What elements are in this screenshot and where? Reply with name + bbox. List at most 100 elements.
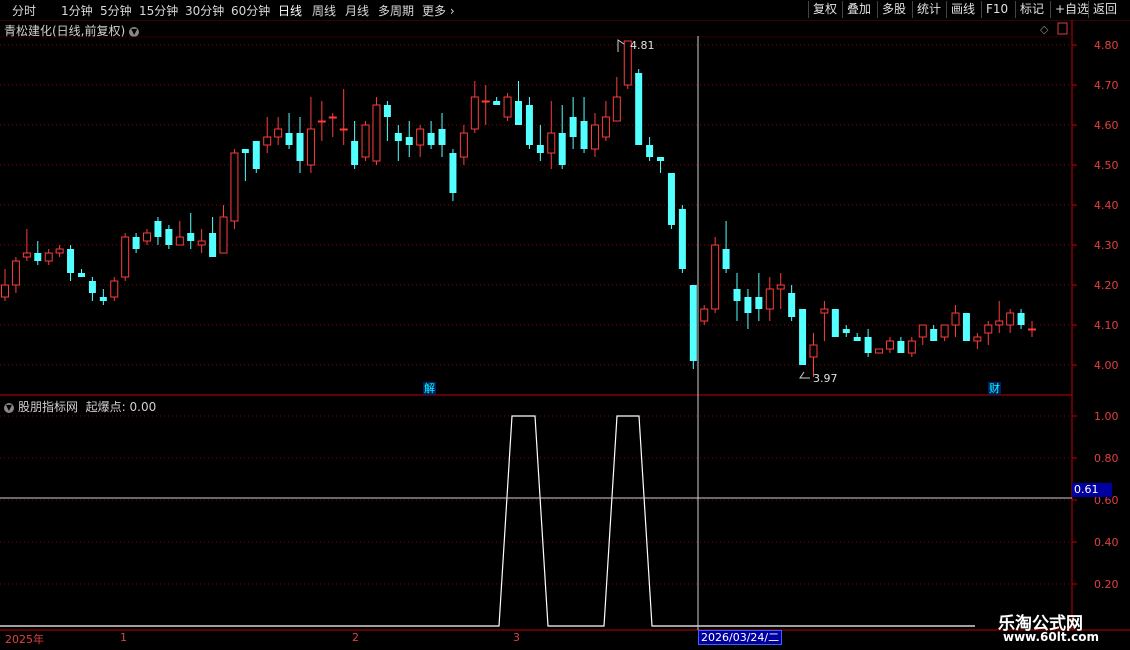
x-label-month-2: 2 <box>352 631 359 644</box>
chevron-down-icon[interactable]: ▼ <box>4 402 14 413</box>
candle <box>317 101 326 141</box>
candle <box>175 221 184 246</box>
event-marker-a[interactable]: 解 <box>423 382 436 395</box>
candle <box>809 333 818 377</box>
candle-body <box>339 128 348 131</box>
candle-body <box>765 288 774 310</box>
candle-body <box>493 101 501 105</box>
candle-body <box>897 341 905 353</box>
price-tick-label: 4.30 <box>1094 239 1119 252</box>
price-tick-label: 4.20 <box>1094 279 1119 292</box>
candle-body <box>306 128 315 166</box>
candle-body <box>427 133 435 145</box>
candle-body <box>241 149 249 153</box>
candle-body <box>481 100 490 103</box>
candle <box>536 125 544 161</box>
candle-body <box>657 157 665 161</box>
price-tick-label: 4.70 <box>1094 79 1119 92</box>
candle-body <box>165 229 173 245</box>
candle-body <box>601 116 610 138</box>
candle <box>547 101 556 169</box>
candle-body <box>547 132 556 154</box>
candle-body <box>788 293 796 317</box>
price-tick-label: 4.40 <box>1094 199 1119 212</box>
crosshair-date-badge: 2026/03/24/二 <box>698 630 783 645</box>
candle <box>558 105 566 169</box>
candle-body <box>842 329 850 333</box>
candle-body <box>143 232 152 242</box>
low-price-label: 3.97 <box>813 372 838 385</box>
candle <box>351 121 359 169</box>
indicator-line <box>0 415 975 627</box>
high-arrow <box>617 39 625 52</box>
candle <box>274 117 283 145</box>
panel-toggle-icon <box>1057 22 1068 35</box>
candle-body <box>449 153 457 193</box>
candle <box>241 149 249 181</box>
candle <box>132 233 140 253</box>
candle-body <box>34 253 42 261</box>
candle-body <box>175 236 184 246</box>
indicator-title[interactable]: ▼ 股朋指标网 起爆点: 0.00 <box>4 398 156 415</box>
price-tick-label: 4.00 <box>1094 359 1119 372</box>
candle <box>820 301 829 341</box>
candle <box>831 309 839 337</box>
candle <box>930 325 938 341</box>
candle <box>897 337 905 353</box>
candle-body <box>351 141 359 165</box>
price-tick-label: 4.10 <box>1094 319 1119 332</box>
candle <box>339 89 348 145</box>
candle-body <box>525 105 533 145</box>
candle-body <box>99 297 107 301</box>
candle <box>842 325 850 337</box>
candle-body <box>733 289 741 301</box>
candle <box>99 289 107 305</box>
candle <box>306 97 315 173</box>
price-tick-label: 4.50 <box>1094 159 1119 172</box>
candle-body <box>263 136 272 146</box>
candle-body <box>885 340 894 350</box>
candle <box>875 348 884 354</box>
candle <box>700 305 709 325</box>
candle-body <box>1 284 9 298</box>
event-marker-b[interactable]: 财 <box>988 382 1001 395</box>
price-tick-label: 4.60 <box>1094 119 1119 132</box>
candle-body <box>361 124 370 158</box>
candle-body <box>1006 312 1015 326</box>
candle <box>951 305 960 337</box>
low-arrow <box>799 371 810 379</box>
candle-body <box>77 273 85 277</box>
x-label-month-1: 1 <box>120 631 127 644</box>
candle <box>689 285 697 369</box>
candle <box>438 113 446 157</box>
candle <box>187 213 195 249</box>
candle-body <box>930 329 938 341</box>
candle <box>657 157 665 173</box>
candle <box>372 97 381 165</box>
candle <box>67 245 75 281</box>
candle <box>907 337 916 357</box>
candle-body <box>459 132 468 158</box>
candle-body <box>252 141 260 169</box>
candle <box>1028 321 1036 337</box>
candle <box>165 225 173 249</box>
candle <box>601 101 610 141</box>
candle <box>853 333 861 341</box>
indicator-tick-label: 0.80 <box>1094 452 1119 465</box>
candle <box>984 321 993 345</box>
indicator-tick-label: 0.20 <box>1094 578 1119 591</box>
candle-body <box>67 249 75 273</box>
candle-body <box>831 309 839 337</box>
candle <box>635 69 643 145</box>
candle-body <box>722 249 730 269</box>
candle-body <box>799 309 807 365</box>
candle-body <box>1028 328 1036 331</box>
candle <box>711 237 720 313</box>
high-price-label: 4.81 <box>630 39 655 52</box>
crosshair-value-badge: 0.61 <box>1072 483 1112 497</box>
candlestick-chart[interactable]: 4.80 4.70 4.60 4.50 4.40 4.30 4.20 4.10 4.00 1.00… <box>0 0 1130 650</box>
candle-body <box>875 348 884 354</box>
candle-body <box>503 96 512 118</box>
candle <box>77 269 85 277</box>
x-label-year: 2025年 <box>5 633 44 646</box>
